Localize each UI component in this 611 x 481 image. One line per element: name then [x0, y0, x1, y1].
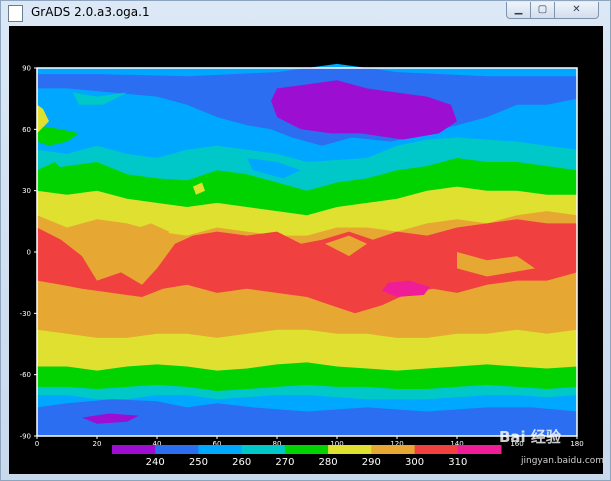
colorbar-swatch — [241, 445, 286, 454]
colorbar-swatch — [155, 445, 199, 454]
maximize-icon: ▢ — [537, 4, 548, 15]
minimize-icon: ▁ — [514, 4, 523, 15]
colorbar-label: 300 — [405, 457, 424, 468]
grads-window: GrADS 2.0.a3.oga.1 ▁ ▢ ✕ 90 60 30 0 -30 -60 -9… — [0, 0, 611, 481]
window-title: GrADS 2.0.a3.oga.1 — [31, 5, 150, 19]
colorbar-swatch — [198, 445, 243, 454]
colorbar-label: 290 — [362, 457, 381, 468]
colorbar-swatch — [371, 445, 415, 454]
y-tick-label: -90 — [20, 433, 31, 441]
title-bar[interactable]: GrADS 2.0.a3.oga.1 ▁ ▢ ✕ — [1, 1, 610, 25]
app-icon — [8, 5, 23, 22]
graphics-canvas: 90 60 30 0 -30 -60 -90 0 20 40 60 80 100 120 140 160 180… — [9, 26, 603, 474]
colorbar-label: 310 — [448, 457, 467, 468]
close-button[interactable]: ✕ — [554, 2, 599, 19]
colorbar-swatch — [414, 445, 459, 454]
close-icon: ✕ — [572, 4, 581, 15]
colorbar-label: 260 — [232, 457, 251, 468]
colorbar-label: 240 — [146, 457, 165, 468]
colorbar-swatch — [112, 445, 156, 454]
x-tick-label: 20 — [93, 440, 102, 448]
maximize-button[interactable]: ▢ — [530, 2, 555, 19]
colorbar-swatch — [284, 445, 329, 454]
y-tick-label: 30 — [22, 187, 31, 195]
watermark-url: jingyan.baidu.com — [521, 456, 605, 466]
y-tick-label: 0 — [27, 249, 31, 257]
minimize-button[interactable]: ▁ — [506, 2, 531, 19]
x-tick-label: 0 — [35, 440, 39, 448]
y-tick-label: -60 — [20, 371, 31, 379]
colorbar-label: 270 — [275, 457, 294, 468]
watermark-logo: Bai 经验 — [499, 428, 561, 446]
y-tick-label: 60 — [22, 126, 31, 134]
y-tick-label: -30 — [20, 310, 31, 318]
colorbar-swatch — [457, 445, 502, 454]
colorbar-label: 250 — [189, 457, 208, 468]
contour-plot: 9060300-30-60-900 20 40 60 80 100 120 140 160 180… — [9, 26, 603, 474]
colorbar-swatch — [328, 445, 372, 454]
colorbar-label: 280 — [319, 457, 338, 468]
y-tick-label: 90 — [22, 65, 31, 73]
